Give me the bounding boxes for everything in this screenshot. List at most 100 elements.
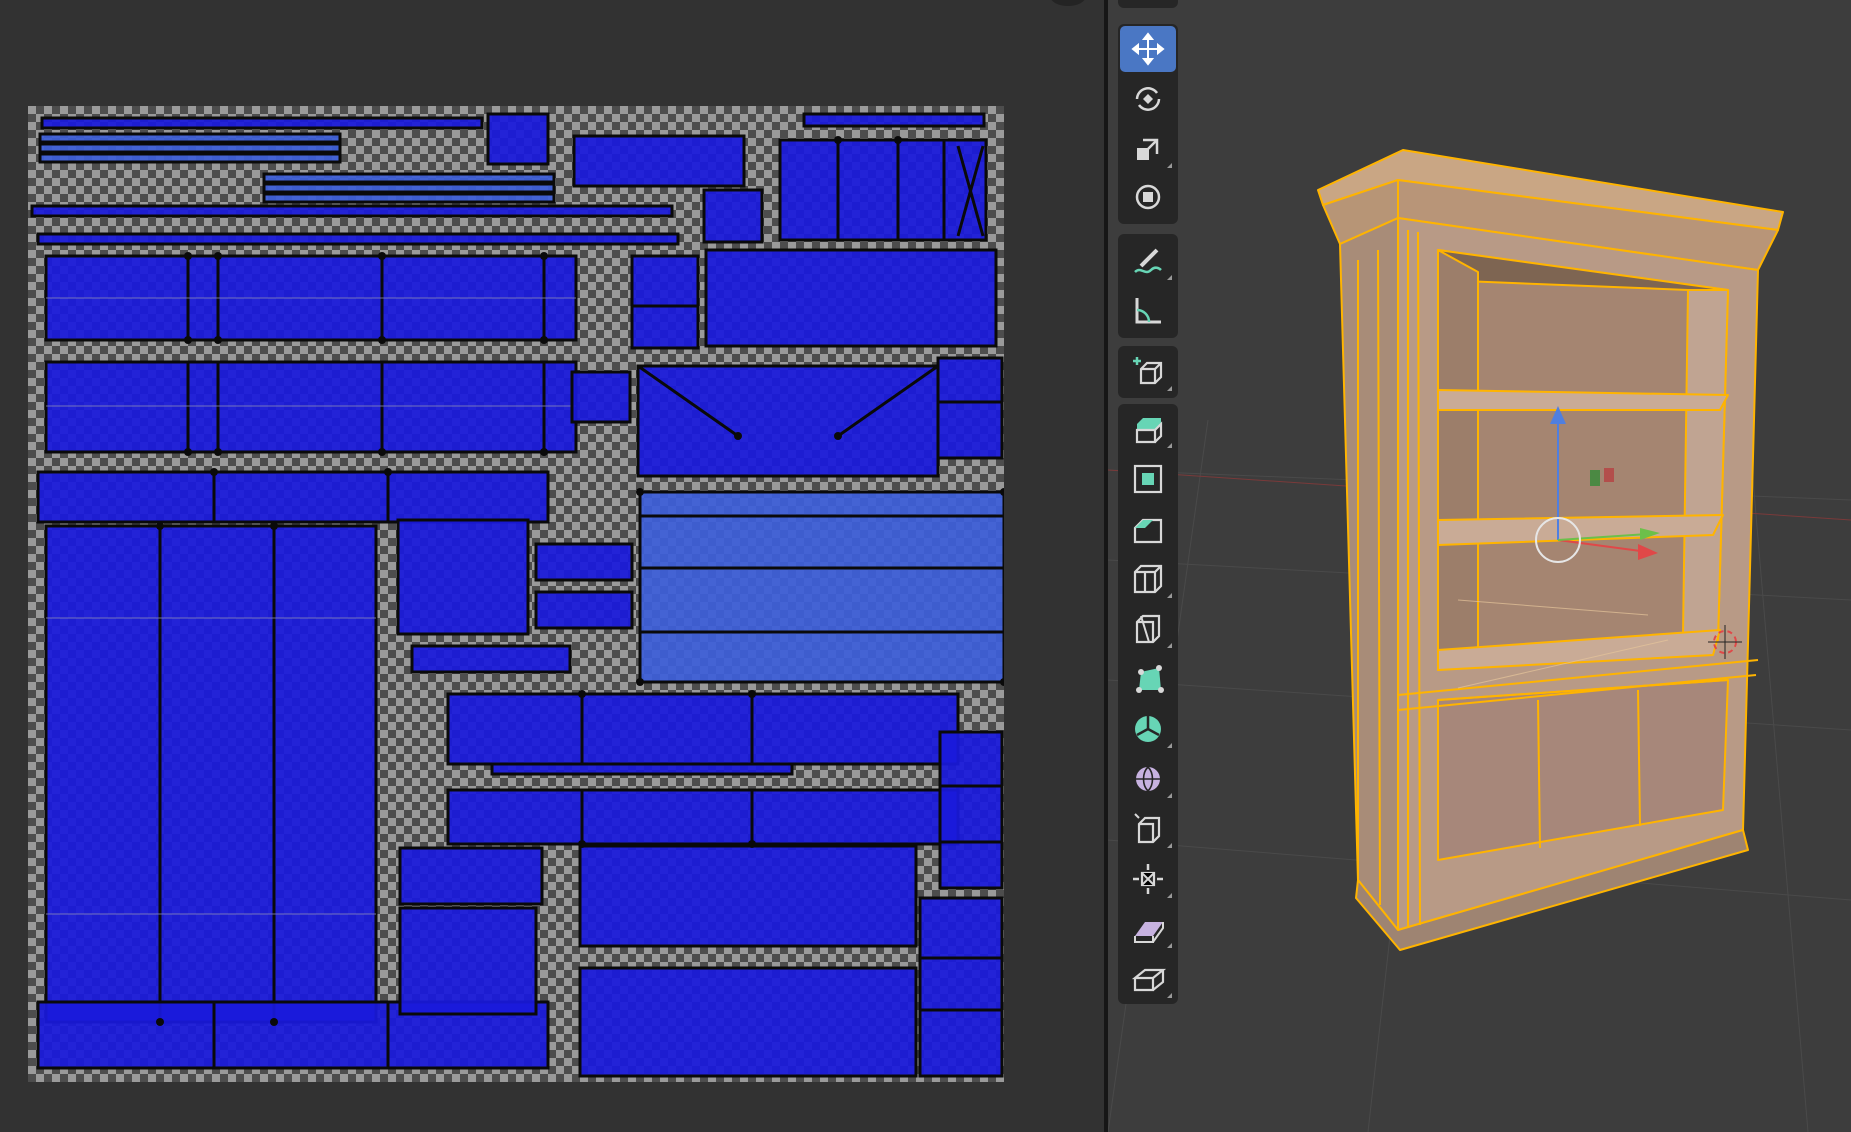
tool-smooth[interactable] bbox=[1120, 756, 1176, 802]
tool-cursor[interactable] bbox=[1120, 0, 1176, 8]
tool-extrude-region[interactable] bbox=[1120, 406, 1176, 452]
smooth-icon bbox=[1136, 766, 1160, 792]
plane-handle-yz bbox=[1590, 470, 1600, 486]
submenu-indicator bbox=[1167, 943, 1172, 948]
uv-checker-texture[interactable] bbox=[28, 106, 1004, 1082]
tool-shear[interactable] bbox=[1120, 906, 1176, 952]
tool-shrink-fatten[interactable] bbox=[1120, 856, 1176, 902]
submenu-indicator bbox=[1167, 743, 1172, 748]
transform-icon bbox=[1135, 184, 1161, 210]
edge-slide-icon bbox=[1134, 813, 1161, 844]
uv-island bbox=[490, 762, 794, 776]
uv-island bbox=[44, 360, 578, 454]
tool-group-add bbox=[1118, 346, 1178, 398]
uv-island bbox=[704, 248, 998, 348]
uv-island bbox=[36, 470, 550, 524]
tool-scale[interactable] bbox=[1120, 126, 1176, 172]
tool-inset-faces[interactable] bbox=[1120, 456, 1176, 502]
uv-island bbox=[534, 590, 634, 630]
uv-island bbox=[630, 254, 700, 350]
tool-move[interactable] bbox=[1120, 26, 1176, 72]
uv-island bbox=[396, 518, 530, 636]
uv-island bbox=[636, 364, 940, 478]
uv-island bbox=[578, 844, 918, 948]
spin-icon bbox=[1135, 716, 1161, 742]
uv-island bbox=[38, 132, 342, 144]
uv-island bbox=[778, 138, 988, 242]
tool-rip-region[interactable] bbox=[1120, 956, 1176, 1002]
submenu-indicator bbox=[1167, 643, 1172, 648]
tool-measure[interactable] bbox=[1120, 288, 1176, 334]
annotate-icon bbox=[1134, 248, 1162, 274]
scale-icon bbox=[1137, 138, 1159, 160]
shrink-fatten-icon bbox=[1133, 864, 1163, 894]
tool-spin[interactable] bbox=[1120, 706, 1176, 752]
cursor-icon bbox=[1129, 0, 1167, 4]
uv-island bbox=[36, 232, 680, 246]
submenu-indicator bbox=[1167, 163, 1172, 168]
submenu-indicator bbox=[1167, 893, 1172, 898]
uv-island bbox=[262, 172, 556, 184]
uv-island bbox=[936, 356, 1004, 460]
tool-knife[interactable] bbox=[1120, 606, 1176, 652]
tool-add-cube[interactable] bbox=[1120, 349, 1176, 395]
tool-group-edit bbox=[1118, 404, 1178, 1004]
uv-island bbox=[534, 542, 634, 582]
tool-edge-slide[interactable] bbox=[1120, 806, 1176, 852]
plane-handle-xz bbox=[1604, 468, 1614, 482]
tool-group-top bbox=[1118, 0, 1178, 8]
3d-viewport[interactable] bbox=[1108, 0, 1851, 1132]
uv-island bbox=[262, 192, 556, 204]
inset-faces-icon bbox=[1133, 464, 1163, 494]
extrude-region-icon bbox=[1135, 418, 1163, 444]
submenu-indicator bbox=[1167, 793, 1172, 798]
uv-island bbox=[262, 182, 556, 194]
poly-build-icon bbox=[1136, 665, 1164, 693]
tool-transform[interactable] bbox=[1120, 174, 1176, 220]
uv-island bbox=[398, 906, 538, 1016]
uv-island bbox=[638, 490, 1004, 684]
cabinet-object bbox=[1317, 149, 1784, 951]
tool-group-transform bbox=[1118, 24, 1178, 224]
move-icon bbox=[1131, 32, 1165, 66]
rip-region-icon bbox=[1131, 968, 1167, 992]
submenu-indicator bbox=[1167, 843, 1172, 848]
uv-island bbox=[570, 370, 632, 424]
uv-island bbox=[446, 692, 960, 766]
uv-island bbox=[40, 116, 484, 130]
uv-island bbox=[802, 112, 986, 128]
tool-bevel[interactable] bbox=[1120, 506, 1176, 552]
tool-annotate[interactable] bbox=[1120, 238, 1176, 284]
uv-island bbox=[702, 188, 764, 244]
uv-island bbox=[578, 966, 918, 1078]
uv-island bbox=[38, 152, 342, 164]
tool-poly-build[interactable] bbox=[1120, 656, 1176, 702]
uv-island bbox=[918, 896, 1004, 1078]
tool-shelf bbox=[1118, 0, 1178, 1004]
measure-icon bbox=[1135, 298, 1161, 324]
header-edge-knob bbox=[1050, 0, 1086, 6]
bevel-icon bbox=[1133, 518, 1163, 544]
submenu-indicator bbox=[1167, 386, 1172, 391]
rotate-icon bbox=[1135, 87, 1161, 111]
shear-icon bbox=[1134, 922, 1164, 943]
loop-cut-icon bbox=[1133, 564, 1163, 594]
uv-layout[interactable] bbox=[28, 106, 1004, 1082]
uv-island bbox=[38, 142, 342, 154]
uv-island bbox=[486, 112, 550, 166]
submenu-indicator bbox=[1167, 443, 1172, 448]
uv-island bbox=[938, 730, 1004, 890]
add-cube-icon bbox=[1133, 357, 1163, 385]
uv-editor-area[interactable] bbox=[0, 0, 1104, 1132]
uv-island bbox=[398, 846, 544, 906]
submenu-indicator bbox=[1167, 275, 1172, 280]
uv-island bbox=[410, 644, 572, 674]
uv-island bbox=[44, 524, 378, 1024]
uv-island bbox=[30, 204, 674, 218]
submenu-indicator bbox=[1167, 993, 1172, 998]
submenu-indicator bbox=[1167, 593, 1172, 598]
tool-rotate[interactable] bbox=[1120, 76, 1176, 122]
tool-loop-cut[interactable] bbox=[1120, 556, 1176, 602]
uv-island bbox=[572, 134, 746, 188]
viewport-scene[interactable] bbox=[1108, 0, 1851, 1132]
